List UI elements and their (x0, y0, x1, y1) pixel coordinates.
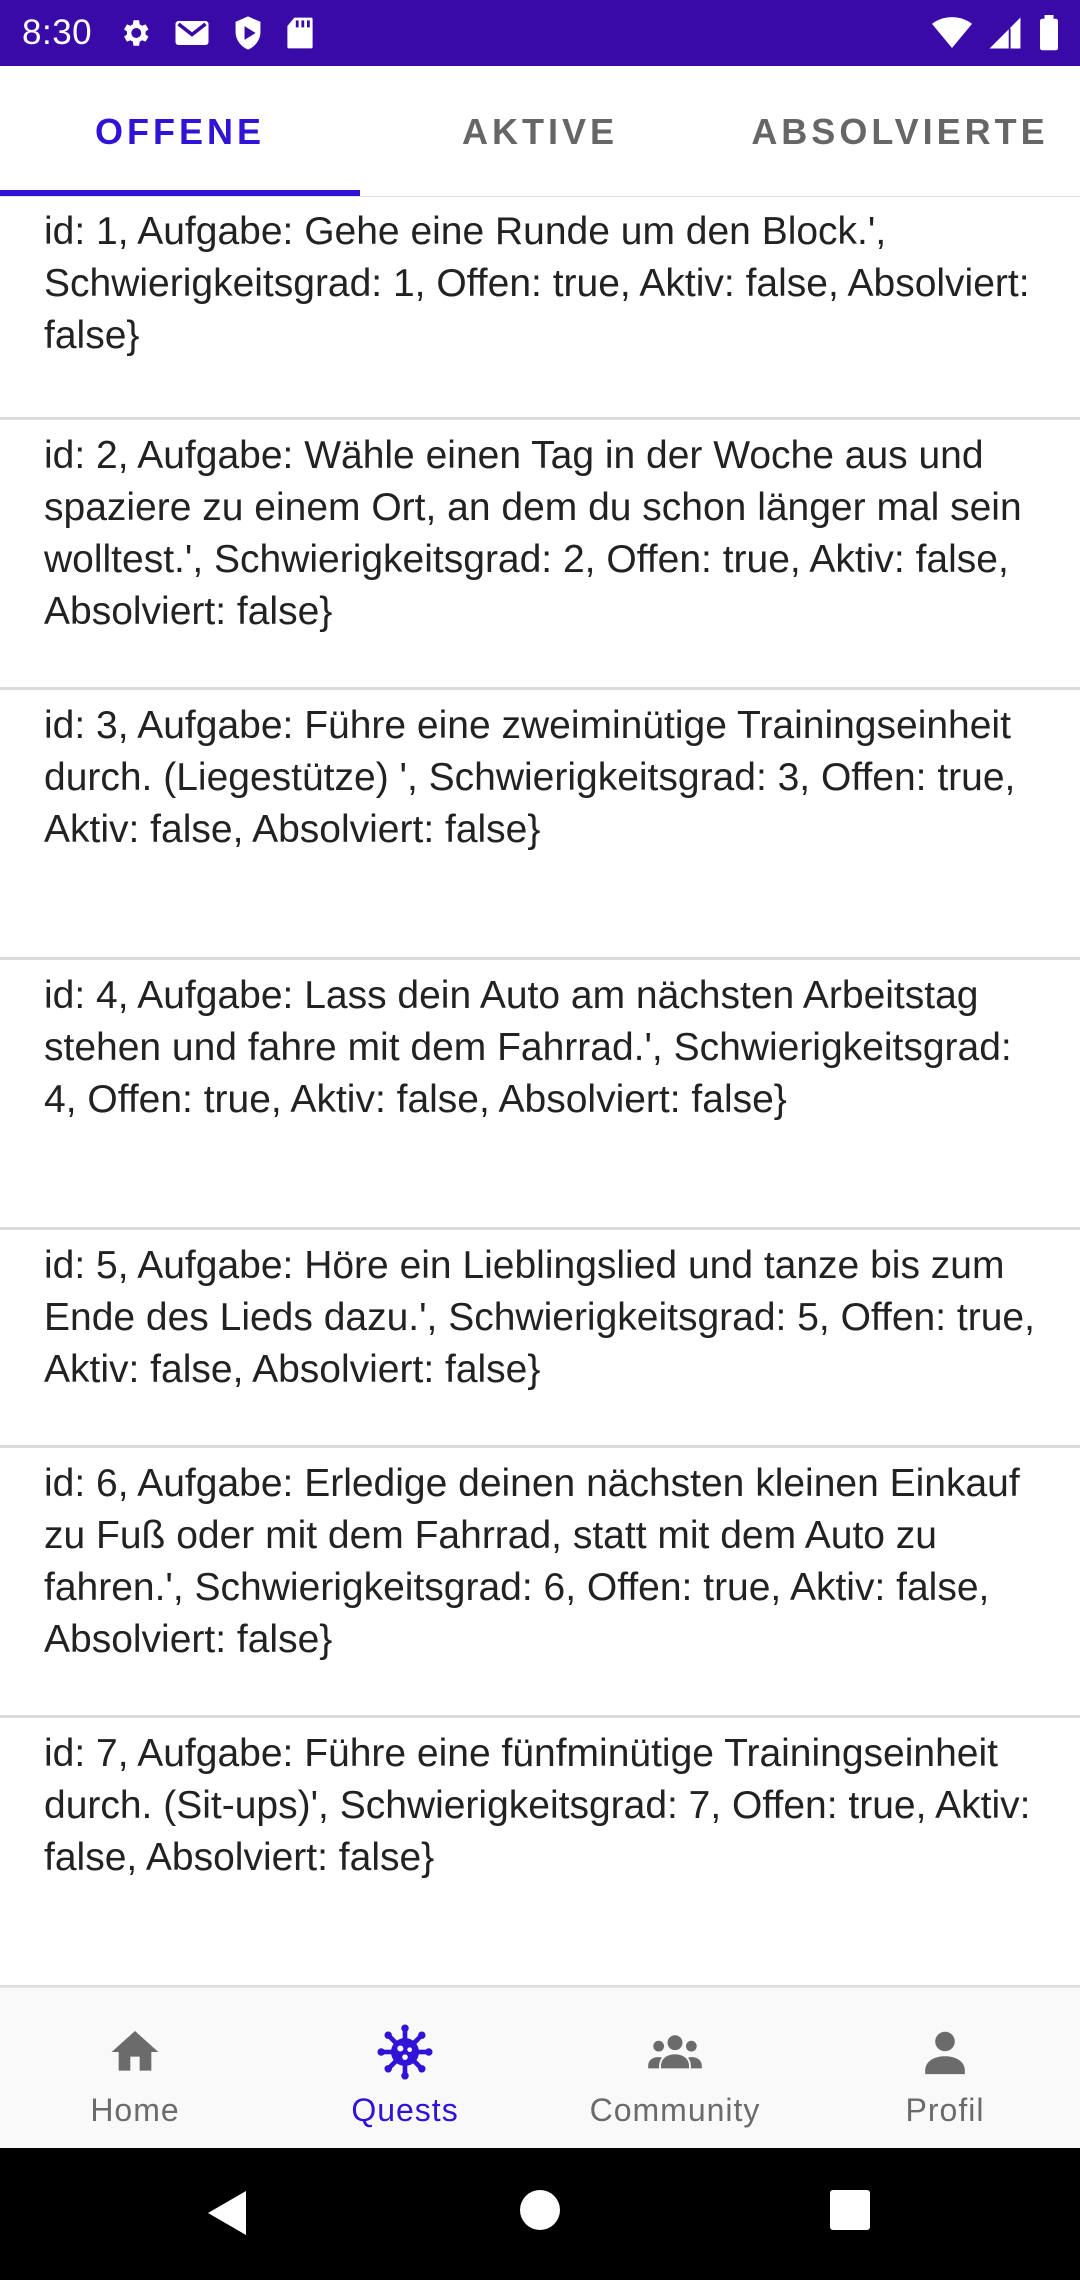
tab-aktive-label: AKTIVE (461, 111, 618, 152)
tab-absolvierte[interactable]: ABSOLVIERTE (720, 66, 1080, 198)
tab-absolvierte-label: ABSOLVIERTE (751, 111, 1049, 152)
nav-quests[interactable]: Quests (270, 1988, 540, 2148)
nav-quests-label: Quests (351, 2092, 459, 2128)
status-bar: 8:30 (0, 0, 1080, 66)
signal-icon (989, 17, 1021, 49)
nav-community[interactable]: Community (540, 1988, 810, 2148)
notification-icons (118, 15, 314, 51)
quest-text: id: 7, Aufgabe: Führe eine fünfminütige … (44, 1732, 1031, 1879)
tab-offene[interactable]: OFFENE (0, 66, 360, 198)
bottom-navigation: Home Quests Community Profil (0, 1986, 1080, 2148)
quest-tabs: OFFENE AKTIVE ABSOLVIERTE (0, 66, 1080, 198)
system-navigation-bar (0, 2148, 1080, 2280)
virus-icon (377, 2024, 433, 2080)
person-icon (925, 2031, 965, 2075)
home-icon (111, 2031, 159, 2071)
quest-text: id: 1, Aufgabe: Gehe eine Runde um den B… (44, 210, 1030, 357)
recents-icon[interactable] (828, 2188, 872, 2232)
quest-text: id: 6, Aufgabe: Erledige deinen nächsten… (44, 1462, 1020, 1661)
quest-item-2[interactable]: id: 2, Aufgabe: Wähle einen Tag in der W… (0, 420, 1080, 690)
gear-icon (124, 20, 149, 46)
quest-text: id: 2, Aufgabe: Wähle einen Tag in der W… (44, 434, 1022, 633)
shield-play-icon (235, 16, 261, 50)
nav-profil-label: Profil (905, 2092, 985, 2128)
mail-icon (175, 21, 209, 45)
home-circle-icon[interactable] (518, 2188, 562, 2232)
back-icon[interactable] (204, 2188, 250, 2238)
nav-profil[interactable]: Profil (810, 1988, 1080, 2148)
quest-item-4[interactable]: id: 4, Aufgabe: Lass dein Auto am nächst… (0, 960, 1080, 1230)
nav-home[interactable]: Home (0, 1988, 270, 2148)
quest-item-6[interactable]: id: 6, Aufgabe: Erledige deinen nächsten… (0, 1448, 1080, 1718)
quest-item-1[interactable]: id: 1, Aufgabe: Gehe eine Runde um den B… (0, 196, 1080, 420)
tab-aktive[interactable]: AKTIVE (360, 66, 720, 198)
wifi-icon (932, 17, 972, 48)
quest-text: id: 5, Aufgabe: Höre ein Lieblingslied u… (44, 1244, 1035, 1391)
sd-card-icon (287, 17, 313, 49)
status-time: 8:30 (22, 13, 93, 52)
tab-offene-label: OFFENE (94, 111, 265, 152)
quest-item-5[interactable]: id: 5, Aufgabe: Höre ein Lieblingslied u… (0, 1230, 1080, 1448)
quest-text: id: 4, Aufgabe: Lass dein Auto am nächst… (44, 974, 1012, 1121)
battery-icon (1040, 15, 1058, 51)
nav-community-label: Community (589, 2092, 761, 2128)
group-icon (648, 2035, 702, 2069)
quest-text: id: 3, Aufgabe: Führe eine zweiminütige … (44, 704, 1016, 851)
quest-item-7[interactable]: id: 7, Aufgabe: Führe eine fünfminütige … (0, 1718, 1080, 1986)
nav-home-label: Home (90, 2092, 180, 2128)
system-status-icons (932, 0, 1060, 66)
quest-list[interactable]: id: 1, Aufgabe: Gehe eine Runde um den B… (0, 196, 1080, 1986)
quest-item-3[interactable]: id: 3, Aufgabe: Führe eine zweiminütige … (0, 690, 1080, 960)
